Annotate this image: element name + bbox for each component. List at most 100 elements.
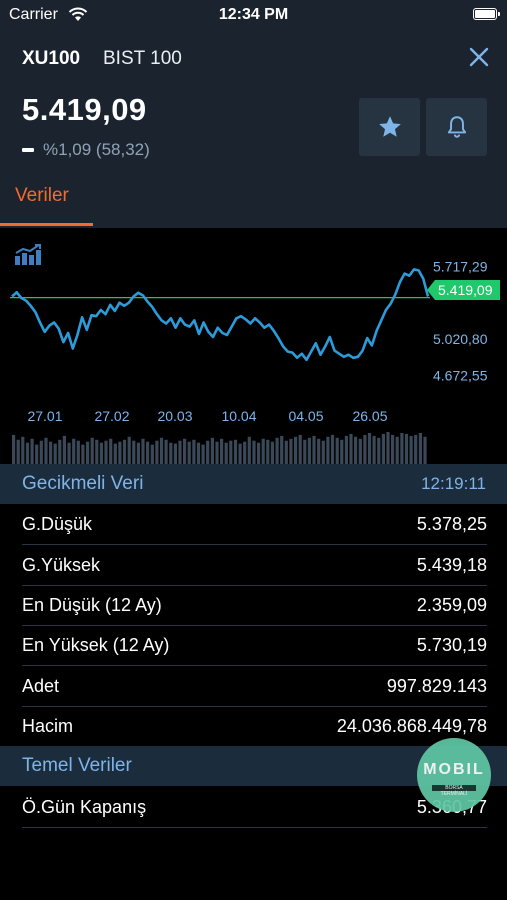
volume-bar [344,435,348,464]
price-chart[interactable]: 5.717,29 5.020,80 4.672,55 27.01 27.02 20.03… [0,228,507,464]
active-tab-indicator [0,223,93,226]
delayed-data-time: 12:19:11 [421,474,486,493]
x-tick-label: 27.01 [27,408,62,424]
data-row-12m-high: En Yüksek (12 Ay) 5.730,19 [22,625,487,666]
volume-bar [381,433,385,464]
price-change: %1,09 (58,32) [43,140,150,159]
data-row-high: G.Yüksek 5.439,18 [22,545,487,586]
row-label: G.Düşük [22,514,93,534]
volume-bar [164,439,168,464]
close-icon[interactable] [466,44,492,70]
x-tick-label: 10.04 [221,408,256,424]
y-tick-label: 4.672,55 [433,367,488,383]
volume-bar [35,444,39,464]
volume-bar [367,433,372,464]
volume-bar [317,438,321,464]
volume-bar [266,439,270,464]
volume-bar [118,441,122,464]
volume-bar [307,437,311,464]
volume-bar [220,438,224,464]
favorite-button[interactable] [359,98,420,156]
volume-bar [270,441,274,464]
battery-icon [473,8,500,20]
price-series-line [11,268,430,362]
volume-bar [247,436,251,464]
volume-bar [215,441,219,464]
volume-bar [409,435,413,464]
data-row-prev-close: Ö.Gün Kapanış 5.360,77 [22,787,487,828]
change-direction-icon [22,148,34,152]
row-value: 24.036.868.449,78 [336,716,487,736]
x-tick-label: 20.03 [157,408,192,424]
volume-bar [136,442,140,464]
volume-bar [109,438,113,464]
y-tick-label: 5.020,80 [433,331,488,347]
alert-button[interactable] [426,98,487,156]
row-value: 5.439,18 [416,555,487,575]
volume-bar [25,442,30,464]
volume-bar [224,442,228,464]
volume-bar [340,439,344,464]
x-tick-label: 27.02 [94,408,129,424]
row-value: 5.378,25 [416,514,487,534]
volume-bar [395,436,399,464]
volume-bar [303,439,307,464]
volume-bar [363,434,367,464]
volume-bar [99,442,103,464]
row-value: 997.829.143 [386,676,487,696]
volume-bar [12,434,16,464]
data-row-volume: Hacim 24.036.868.449,78 [22,706,487,746]
volume-bar [330,434,335,464]
row-value: 2.359,09 [416,595,487,615]
logo-subtext: BORSA TERMİNALİ [432,785,476,797]
x-tick-label: 04.05 [288,408,323,424]
row-label: En Yüksek (12 Ay) [22,635,170,655]
volume-bar [335,437,339,464]
delayed-data-header: Gecikmeli Veri 12:19:11 [0,464,507,504]
volume-bar [238,443,242,464]
volume-bar [358,438,362,464]
logo-text: MOBIL [423,761,485,778]
tab-veriler[interactable]: Veriler [15,185,69,207]
volume-bar [30,438,34,464]
volume-bar [187,441,191,464]
star-icon [379,116,401,137]
volume-bar [289,438,293,464]
data-row-12m-low: En Düşük (12 Ay) 2.359,09 [22,585,487,626]
volume-bar [44,437,48,464]
volume-bar [423,436,427,464]
volume-bar [321,440,325,464]
volume-bar [132,440,136,464]
volume-bar [192,439,196,464]
bell-icon [447,116,467,138]
volume-bar [294,436,298,464]
volume-bar [206,440,210,464]
volume-bar [53,443,57,464]
volume-bar [95,439,99,464]
volume-bar [201,444,205,464]
volume-bar [113,443,117,464]
volume-bar [404,433,409,464]
row-label: Hacim [22,716,74,736]
volume-bar [196,442,201,464]
volume-bar [173,443,177,464]
row-label: G.Yüksek [22,555,101,575]
instrument-symbol: XU100 [22,48,81,69]
row-label: Ö.Gün Kapanış [22,797,147,817]
volume-bar [275,437,279,464]
row-label: En Düşük (12 Ay) [22,595,162,615]
volume-bar [414,434,418,464]
volume-bar [280,435,284,464]
fundamentals-title: Temel Veriler [22,755,132,776]
volume-bar [146,441,150,464]
volume-bar [58,439,62,464]
volume-bar [377,437,381,464]
volume-bar [169,442,173,464]
volume-bar [21,436,25,464]
volume-bar [233,439,238,464]
volume-bar [86,441,90,464]
volume-bar [210,437,214,464]
status-time: 12:34 PM [218,6,289,23]
volume-bar [76,440,80,464]
volume-bar [257,442,261,464]
